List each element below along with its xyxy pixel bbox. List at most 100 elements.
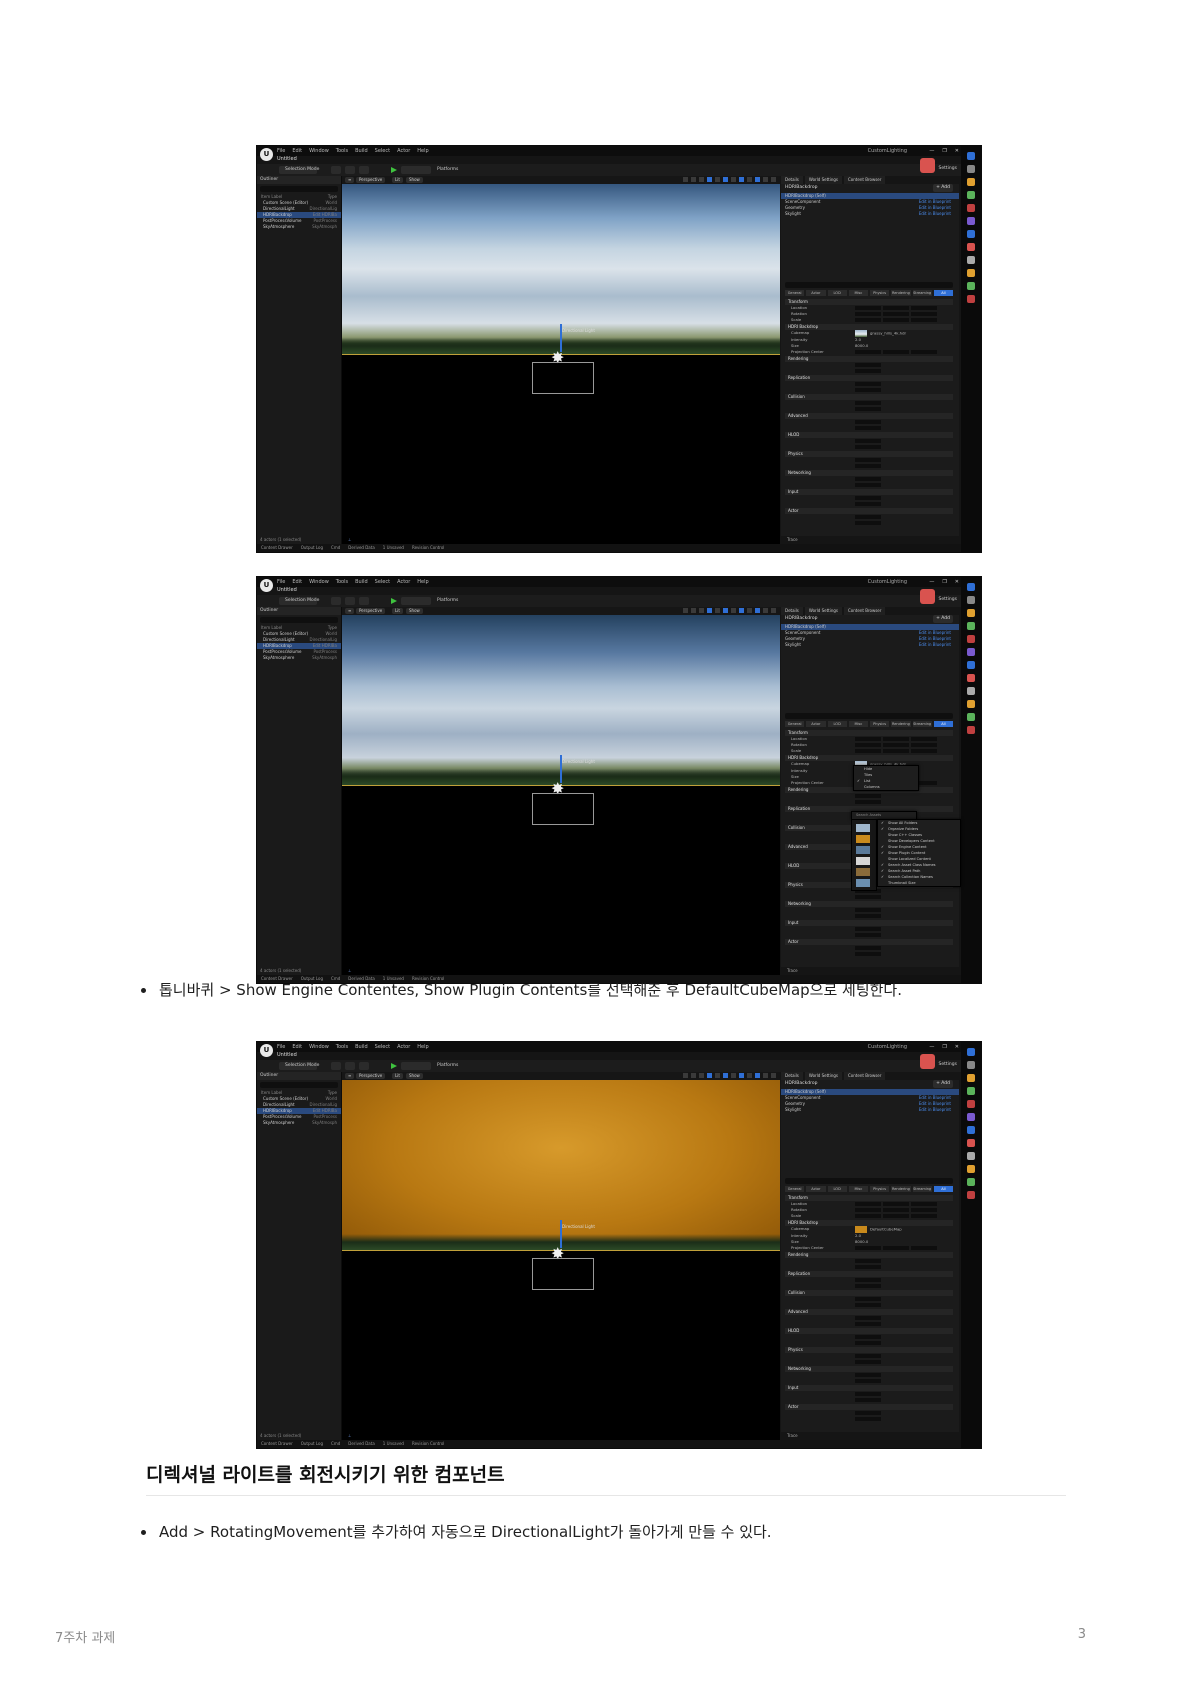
category-tab[interactable]: Rendering [891, 721, 911, 727]
menu-item[interactable]: Build [355, 578, 368, 586]
add-component-button[interactable]: + Add [933, 184, 953, 192]
numeric-field[interactable] [855, 350, 881, 354]
numeric-field[interactable] [855, 445, 881, 449]
numeric-field[interactable] [855, 1265, 881, 1269]
details-tab[interactable]: Content Browser [844, 607, 886, 615]
perspective-button[interactable]: Perspective [356, 1073, 386, 1079]
property-value[interactable] [855, 1283, 953, 1289]
numeric-field[interactable] [855, 1335, 881, 1339]
outliner-tab[interactable]: Outliner [257, 176, 341, 184]
add-component-button[interactable]: + Add [933, 615, 953, 623]
numeric-field[interactable] [855, 946, 881, 950]
numeric-field[interactable] [855, 1297, 881, 1301]
taskbar-app-icon[interactable] [967, 282, 975, 290]
level-viewport[interactable]: ≡ Perspective Lit Show Directional Light… [342, 176, 780, 544]
level-viewport[interactable]: ≡ Perspective Lit Show Directional Light… [342, 1072, 780, 1440]
lit-button[interactable]: Lit [392, 1073, 403, 1079]
numeric-field[interactable] [911, 743, 937, 747]
blueprint-button[interactable] [345, 166, 355, 174]
play-icon[interactable] [391, 1063, 397, 1069]
taskbar-app-icon[interactable] [967, 152, 975, 160]
menu-item[interactable]: Select [375, 1043, 390, 1051]
add-actor-button[interactable] [331, 166, 341, 174]
menu-item[interactable]: File [277, 147, 285, 155]
taskbar-app-icon[interactable] [967, 674, 975, 682]
taskbar-app-icon[interactable] [967, 713, 975, 721]
numeric-field[interactable] [855, 794, 881, 798]
taskbar-app-icon[interactable] [967, 596, 975, 604]
numeric-field[interactable] [855, 1373, 881, 1377]
taskbar-app-icon[interactable] [967, 609, 975, 617]
taskbar-app-icon[interactable] [967, 1178, 975, 1186]
cinematics-button[interactable] [359, 597, 369, 605]
numeric-field[interactable] [855, 521, 881, 525]
platforms-button[interactable]: Platforms [437, 1062, 458, 1070]
maximize-button[interactable]: ❐ [942, 578, 946, 586]
numeric-field[interactable] [855, 1246, 881, 1250]
asset-thumbnail[interactable] [856, 879, 870, 887]
play-controls[interactable] [401, 597, 431, 605]
numeric-field[interactable] [855, 1214, 881, 1218]
numeric-field[interactable] [855, 502, 881, 506]
taskbar-app-icon[interactable] [967, 648, 975, 656]
numeric-field[interactable] [855, 908, 881, 912]
play-controls[interactable] [401, 1062, 431, 1070]
asset-thumbnail[interactable] [856, 835, 870, 843]
status-item[interactable]: 1 Unsaved [383, 1441, 404, 1446]
settings-button[interactable]: Settings [939, 1062, 957, 1067]
numeric-field[interactable] [855, 800, 881, 804]
category-tab[interactable]: Physics [870, 721, 890, 727]
taskbar-app-icon[interactable] [967, 1139, 975, 1147]
numeric-field[interactable] [911, 737, 937, 741]
taskbar-app-icon[interactable] [967, 583, 975, 591]
close-button[interactable]: ✕ [955, 1043, 959, 1051]
menu-item[interactable]: Actor [397, 578, 410, 586]
level-tab[interactable]: Untitled [277, 1052, 297, 1059]
category-tab[interactable]: Actor [806, 1186, 826, 1192]
outliner-search-input[interactable] [260, 186, 338, 192]
status-item[interactable]: Output Log [301, 545, 323, 550]
numeric-field[interactable] [855, 895, 881, 899]
category-tab[interactable]: Actor [806, 290, 826, 296]
property-value[interactable] [855, 406, 953, 412]
outliner-tab[interactable]: Outliner [257, 607, 341, 615]
menu-item[interactable]: Window [309, 1043, 329, 1051]
category-tab[interactable]: Actor [806, 721, 826, 727]
numeric-field[interactable] [855, 933, 881, 937]
taskbar-app-icon[interactable] [967, 269, 975, 277]
property-value[interactable] [855, 1321, 953, 1327]
taskbar-app-icon[interactable] [967, 1113, 975, 1121]
taskbar-app-icon[interactable] [967, 204, 975, 212]
outliner-row[interactable]: SkyAtmosphere SkyAtmosph [257, 655, 341, 661]
menu-item[interactable]: Help [417, 578, 428, 586]
numeric-field[interactable] [883, 1246, 909, 1250]
numeric-field[interactable] [911, 749, 937, 753]
viewport-snap-icons[interactable] [683, 608, 776, 613]
details-tab[interactable]: World Settings [804, 1072, 843, 1080]
outliner-search-input[interactable] [260, 617, 338, 623]
category-tab[interactable]: All [933, 290, 953, 296]
minimize-button[interactable]: — [929, 578, 934, 586]
numeric-field[interactable] [883, 306, 909, 310]
menu-item[interactable]: Actor [397, 147, 410, 155]
property-value[interactable] [855, 1302, 953, 1308]
cinematics-button[interactable] [359, 1062, 369, 1070]
details-tab[interactable]: World Settings [804, 607, 843, 615]
numeric-field[interactable] [911, 312, 937, 316]
menu-item[interactable]: Tools [336, 1043, 348, 1051]
user-avatar[interactable] [920, 589, 935, 604]
taskbar-app-icon[interactable] [967, 687, 975, 695]
numeric-field[interactable] [855, 312, 881, 316]
category-tab[interactable]: Physics [870, 1186, 890, 1192]
outliner-row[interactable]: SkyAtmosphere SkyAtmosph [257, 1120, 341, 1126]
view-option-item[interactable]: Thumbnail Size [878, 880, 960, 886]
taskbar-app-icon[interactable] [967, 165, 975, 173]
level-viewport[interactable]: ≡ Perspective Lit Show Directional Light… [342, 607, 780, 975]
property-value[interactable] [855, 1378, 953, 1384]
outliner-row[interactable]: SkyAtmosphere SkyAtmosph [257, 224, 341, 230]
details-search-input[interactable] [785, 1178, 953, 1184]
property-value[interactable] [855, 1397, 953, 1403]
numeric-field[interactable] [855, 496, 881, 500]
settings-button[interactable]: Settings [939, 597, 957, 602]
property-value[interactable] [855, 425, 953, 431]
